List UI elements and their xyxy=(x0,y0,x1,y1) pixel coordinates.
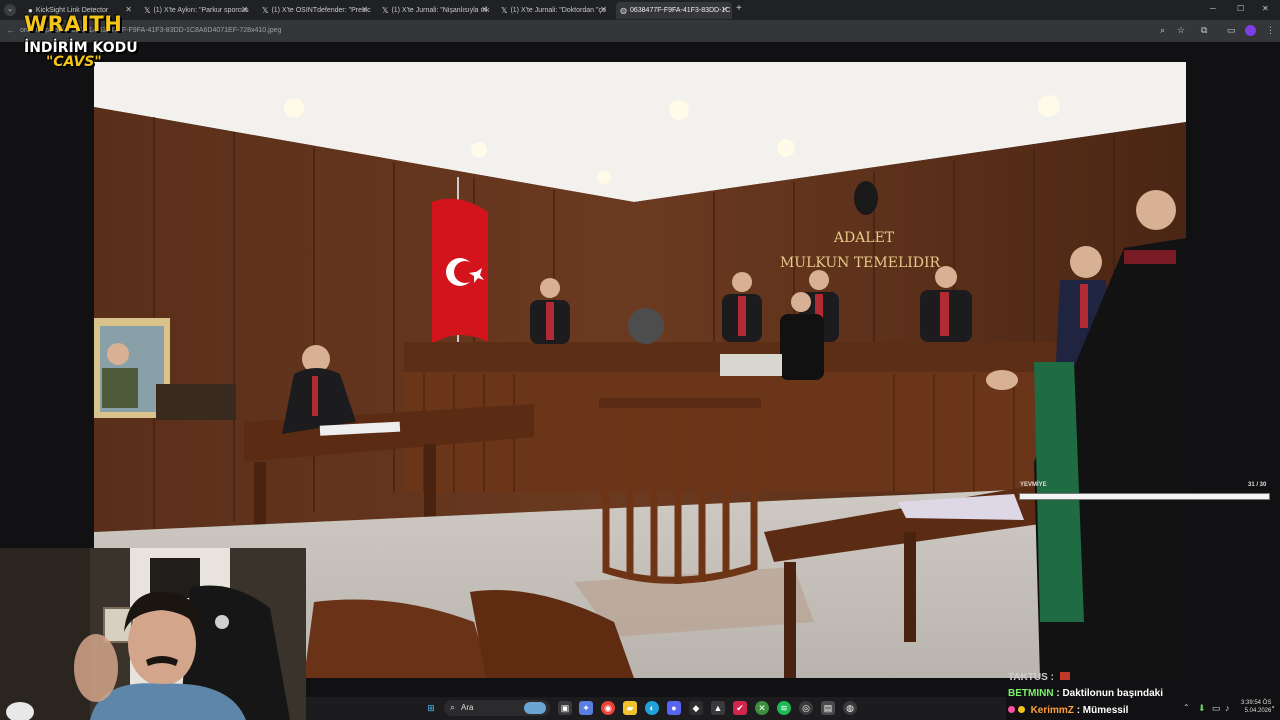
app-icon-3[interactable]: ▲ xyxy=(711,701,725,715)
profile-avatar[interactable] xyxy=(1245,25,1256,36)
chat-message-1: BETMINN : Daktilonun başındaki xyxy=(1008,688,1163,699)
globe-icon: ◍ xyxy=(620,6,627,15)
chat-username: TAKTUS : xyxy=(1008,672,1054,683)
cast-icon[interactable]: ▭ xyxy=(1227,25,1236,36)
progress-label: YEVMİYE xyxy=(1020,482,1047,488)
app-icon-7[interactable]: ◍ xyxy=(843,701,857,715)
progress-count: 31 / 30 xyxy=(1248,482,1267,488)
court-sign-line2: MULKUN TEMELIDIR xyxy=(780,255,941,271)
chat-message-2: KerimmZ : Mümessil xyxy=(1008,705,1128,716)
back-arrow-icon[interactable]: ← xyxy=(6,25,15,35)
copilot-icon[interactable]: ✦ xyxy=(579,701,593,715)
x-logo-icon: 𝕏 xyxy=(501,6,508,15)
volume-icon[interactable]: ♪ xyxy=(1225,703,1230,713)
emote-icon xyxy=(1059,672,1070,680)
clock-time: 3:39:54 ÖS xyxy=(1241,700,1272,706)
app-icon-1[interactable]: ● xyxy=(667,701,681,715)
tab-title: (1) X'te Aykırı: "Parkur sporcus xyxy=(153,7,249,14)
close-icon[interactable]: ✕ xyxy=(125,5,132,14)
chrome-icon[interactable]: ◉ xyxy=(601,701,615,715)
tray-app-icon[interactable]: ⬇ xyxy=(1198,703,1206,714)
close-icon[interactable]: ✕ xyxy=(481,5,488,14)
streamer-webcam-illustration xyxy=(0,548,306,720)
subscriber-badge-icon xyxy=(1008,706,1015,713)
x-logo-icon: 𝕏 xyxy=(382,6,389,15)
app-icon-6[interactable]: ▤ xyxy=(821,701,835,715)
webcam-feed xyxy=(0,548,306,720)
taskbar-search-box[interactable]: ⌕ Ara xyxy=(444,700,550,716)
tab-title: 0638477F-F9FA-41F3-83DD-1C xyxy=(629,7,731,14)
minimize-button[interactable]: ─ xyxy=(1210,4,1216,13)
tab-title: (1) X'te Jurnali: "Doktordan "ço xyxy=(510,7,606,14)
chat-username: BETMINN xyxy=(1008,688,1054,699)
tab-title: (1) X'te OSINTdefender: "Presic xyxy=(271,7,371,14)
chat-username: KerimmZ xyxy=(1030,705,1074,716)
moderator-badge-icon xyxy=(1017,706,1025,713)
extensions-icon[interactable]: ⧉ xyxy=(1201,25,1207,36)
tab-title: (1) X'te Jurnali: "Nişanlısıyla nik xyxy=(391,7,490,14)
app-icon-4[interactable]: ✔ xyxy=(733,701,747,715)
taskbar-clock[interactable]: 3:39:54 ÖS 5.04.2026 xyxy=(1241,700,1271,714)
x-logo-icon: 𝕏 xyxy=(262,6,269,15)
bookmark-star-icon[interactable]: ☆ xyxy=(1177,25,1185,36)
court-sign-line1: ADALET xyxy=(833,230,895,246)
clock-date: 5.04.2026 xyxy=(1244,708,1272,714)
task-view-icon[interactable]: ▣ xyxy=(558,701,572,715)
search-placeholder: Ara xyxy=(461,703,474,712)
progress-bar-track xyxy=(1019,493,1270,500)
close-icon[interactable]: ✕ xyxy=(361,5,368,14)
promo-code-value: "CAVS" xyxy=(46,54,102,70)
zoom-icon[interactable]: ⌕ xyxy=(1160,25,1165,36)
tab-image-active[interactable]: ◍ 0638477F-F9FA-41F3-83DD-1C ✕ xyxy=(616,2,732,19)
tab-x-jurnali-1[interactable]: 𝕏 (1) X'te Jurnali: "Nişanlısıyla nik ✕ xyxy=(378,2,492,19)
tab-x-jurnali-2[interactable]: 𝕏 (1) X'te Jurnali: "Doktordan "ço ✕ xyxy=(497,2,611,19)
brand-logo-text: WRAITH xyxy=(24,12,123,36)
edge-browser-icon[interactable]: ◐ xyxy=(645,701,659,715)
chat-message-0: TAKTUS : xyxy=(1008,672,1070,683)
search-icon: ⌕ xyxy=(450,702,456,712)
network-icon[interactable]: ▭ xyxy=(1212,703,1221,714)
close-icon[interactable]: ✕ xyxy=(721,5,728,14)
windows-taskbar: ⊞ ⌕ Ara ▣ ✦ ◉ ▰ ◐ ● ◆ ▲ ✔ ✕ ≋ ◎ ▤ ◍ xyxy=(306,697,1006,720)
chat-text: : Daktilonun başındaki xyxy=(1056,688,1164,699)
browser-tab-bar: ⌄ ● KickSight Link Detector ✕ 𝕏 (1) X'te… xyxy=(0,0,1280,20)
search-highlight-icon xyxy=(524,702,546,714)
file-explorer-icon[interactable]: ▰ xyxy=(623,701,637,715)
tray-expand-icon[interactable]: ⌃ xyxy=(1183,703,1190,712)
tab-list-dropdown-icon[interactable]: ⌄ xyxy=(4,4,16,16)
xbox-icon[interactable]: ✕ xyxy=(755,701,769,715)
app-icon-5[interactable]: ◎ xyxy=(799,701,813,715)
spotify-icon[interactable]: ≋ xyxy=(777,701,791,715)
app-icon-2[interactable]: ◆ xyxy=(689,701,703,715)
new-tab-button[interactable]: + xyxy=(736,3,742,14)
close-icon[interactable]: ✕ xyxy=(600,5,607,14)
menu-kebab-icon[interactable]: ⋮ xyxy=(1266,25,1275,36)
windows-start-icon[interactable]: ⊞ xyxy=(424,701,438,715)
notification-bell-icon[interactable]: ◔ xyxy=(1270,703,1275,712)
address-bar: ← ontent/uploads/2022/11/0638477F-F9FA-4… xyxy=(0,20,1280,42)
x-logo-icon: 𝕏 xyxy=(144,6,151,15)
close-icon[interactable]: ✕ xyxy=(241,5,248,14)
maximize-button[interactable]: ☐ xyxy=(1237,4,1244,13)
progress-bar-fill xyxy=(1020,494,1269,499)
chat-text: : Mümessil xyxy=(1076,705,1129,716)
tab-x-osintdefender[interactable]: 𝕏 (1) X'te OSINTdefender: "Presic ✕ xyxy=(258,2,372,19)
tab-x-aykiri[interactable]: 𝕏 (1) X'te Aykırı: "Parkur sporcus ✕ xyxy=(140,2,252,19)
close-window-button[interactable]: ✕ xyxy=(1262,4,1269,13)
